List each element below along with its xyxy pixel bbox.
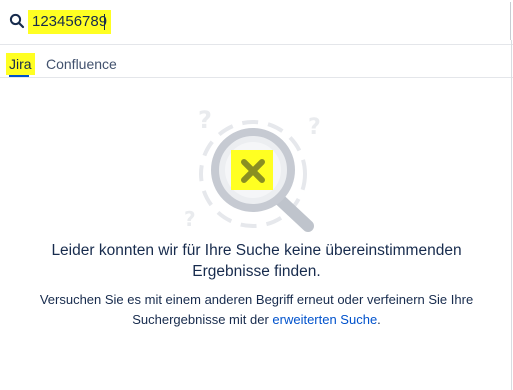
- tab-divider: [0, 77, 513, 78]
- message-prefix: Suchergebnisse mit der: [132, 312, 273, 327]
- message-line-1: Versuchen Sie es mit einem anderen Begri…: [39, 292, 474, 307]
- advanced-search-link[interactable]: erweiterten Suche: [272, 312, 377, 327]
- search-bar[interactable]: 123456789: [0, 2, 511, 40]
- tab-jira[interactable]: Jira: [6, 53, 35, 75]
- question-mark-icon: ?: [198, 106, 212, 134]
- tab-confluence[interactable]: Confluence: [46, 53, 117, 75]
- headline-line-2: Ergebnisse finden.: [192, 263, 321, 280]
- question-mark-icon: ?: [184, 207, 196, 231]
- empty-state-headline: Leider konnten wir für Ihre Suche keine …: [0, 240, 513, 282]
- search-icon: [9, 13, 25, 29]
- text-caret: [104, 14, 105, 30]
- magnifier-no-results-icon: ? ? ?: [184, 106, 321, 232]
- empty-state-message: Versuchen Sie es mit einem anderen Begri…: [0, 290, 513, 330]
- headline-line-1: Leider konnten wir für Ihre Suche keine …: [51, 242, 462, 259]
- panel-border: [511, 40, 512, 390]
- message-line-2: Suchergebnisse mit der erweiterten Suche…: [0, 310, 513, 330]
- header-divider: [0, 44, 513, 45]
- question-mark-icon: ?: [308, 115, 321, 140]
- message-suffix: .: [377, 312, 381, 327]
- search-input[interactable]: 123456789: [28, 10, 112, 34]
